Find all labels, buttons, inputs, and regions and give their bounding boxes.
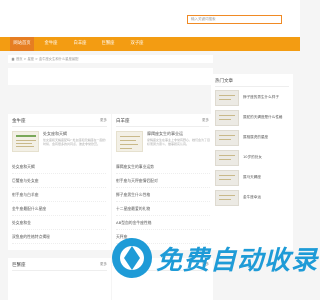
list-item[interactable]: 摩羯座女生的事业运势 xyxy=(116,160,210,174)
banner xyxy=(8,68,213,85)
list-item[interactable]: AB型血的金牛座性格 xyxy=(116,216,210,230)
nav-item-taurus[interactable]: 金牛座 xyxy=(39,37,63,51)
hot-article-item[interactable]: 10岁的处女 xyxy=(215,150,295,168)
featured-article-title[interactable]: 处女座和天蝎 xyxy=(43,131,67,137)
article-list: 处女座和天蝎 巨蟹座与处女座 射手座与白羊座 金牛座最配什么星座 处女座和金 双… xyxy=(12,160,106,244)
nav-item-aries[interactable]: 白羊座 xyxy=(68,37,92,51)
list-item[interactable]: 射手座与天秤座情侣配对 xyxy=(116,174,210,188)
breadcrumb: 首页 > 星座 > 金牛座女生和什么星座最配 xyxy=(8,55,213,63)
nav-item-cancer[interactable]: 巨蟹座 xyxy=(96,37,120,51)
search-input[interactable]: 输入关键词搜索 xyxy=(187,15,282,24)
hot-article-item[interactable]: 属相属虎的星座 xyxy=(215,130,295,148)
hot-article-title[interactable]: 金牛座幸运 xyxy=(243,195,261,200)
panel-header: 巨蟹座 更多 xyxy=(12,262,107,271)
nav-item-home[interactable]: 网站首页 xyxy=(10,37,34,51)
hot-article-item[interactable]: 狮子座的男生什么样子 xyxy=(215,90,295,108)
nav-item-gemini[interactable]: 双子座 xyxy=(125,37,149,51)
panel-header: 热门文章 xyxy=(215,78,289,87)
panel-title: 金牛座 xyxy=(12,119,26,124)
panel-title: 巨蟹座 xyxy=(12,263,26,268)
featured-article-title[interactable]: 摩羯座女生的事业运 xyxy=(147,131,183,137)
article-thumbnail[interactable] xyxy=(215,90,239,106)
more-link[interactable]: 更多 xyxy=(202,118,209,123)
article-thumbnail[interactable] xyxy=(116,131,143,152)
watermark-text: 免费自动收录 xyxy=(156,246,319,276)
more-link[interactable]: 更多 xyxy=(100,118,107,123)
article-thumbnail[interactable] xyxy=(12,131,39,152)
list-item[interactable]: 巨蟹座与处女座 xyxy=(12,174,106,188)
header-bar: 输入关键词搜索 xyxy=(0,0,300,37)
article-thumbnail[interactable] xyxy=(215,170,239,186)
featured-article-desc: 处女座和天蝎座配吗? 处女座和天蝎座在一起的时候，会有很多的共同点，彼此非常欣赏… xyxy=(43,138,106,147)
panel-header: 白羊座 更多 xyxy=(116,118,209,127)
hot-article-title[interactable]: 10岁的处女 xyxy=(243,155,262,160)
hot-articles-panel: 热门文章 狮子座的男生什么样子 属蛇的天蝎座是什么性格 属相属虎的星座 10岁的… xyxy=(211,74,293,250)
list-item[interactable]: 十二星座最爱的礼物 xyxy=(116,202,210,216)
cancer-panel: 巨蟹座 更多 xyxy=(8,258,111,300)
article-thumbnail[interactable] xyxy=(215,130,239,146)
hot-article-item[interactable]: 金牛座幸运 xyxy=(215,190,295,208)
main-nav: 网站首页 金牛座 白羊座 巨蟹座 双子座 xyxy=(0,37,300,51)
hot-article-title[interactable]: 属蛇的天蝎座是什么性格 xyxy=(243,115,283,120)
watermark-icon xyxy=(112,238,152,278)
hot-article-item[interactable]: 属蛇的天蝎座是什么性格 xyxy=(215,110,295,128)
list-item[interactable]: 处女座和金 xyxy=(12,216,106,230)
list-item[interactable]: 金牛座最配什么星座 xyxy=(12,202,106,216)
hot-article-item[interactable]: 属马天蝎座 xyxy=(215,170,295,188)
featured-article-desc: 摩羯座女生在事业上非常有野心，她们会为了目标而努力奋斗，做事踏实认真。 xyxy=(147,138,211,147)
list-item[interactable]: 狮子座男生什么性格 xyxy=(116,188,210,202)
watermark-logo: 免费自动收录 xyxy=(110,232,317,300)
panel-header: 金牛座 更多 xyxy=(12,118,107,127)
aries-panel: 白羊座 更多 摩羯座女生的事业运 摩羯座女生在事业上非常有野心，她们会为了目标而… xyxy=(112,114,213,250)
hot-article-title[interactable]: 狮子座的男生什么样子 xyxy=(243,95,279,100)
hot-article-title[interactable]: 属相属虎的星座 xyxy=(243,135,268,140)
list-item[interactable]: 处女座和天蝎 xyxy=(12,160,106,174)
more-link[interactable]: 更多 xyxy=(100,262,107,267)
article-thumbnail[interactable] xyxy=(215,190,239,206)
hot-article-title[interactable]: 属马天蝎座 xyxy=(243,175,261,180)
list-item[interactable]: 双鱼座的性格特点揭秘 xyxy=(12,230,106,244)
panel-title: 白羊座 xyxy=(116,119,130,124)
breadcrumb-text[interactable]: 首页 > 星座 > 金牛座女生和什么星座最配 xyxy=(16,57,78,61)
article-thumbnail[interactable] xyxy=(215,110,239,126)
list-item[interactable]: 射手座与白羊座 xyxy=(12,188,106,202)
home-icon xyxy=(11,57,15,61)
article-thumbnail[interactable] xyxy=(215,150,239,166)
taurus-panel: 金牛座 更多 处女座和天蝎 处女座和天蝎座配吗? 处女座和天蝎座在一起的时候，会… xyxy=(8,114,111,250)
panel-title: 热门文章 xyxy=(215,79,233,84)
